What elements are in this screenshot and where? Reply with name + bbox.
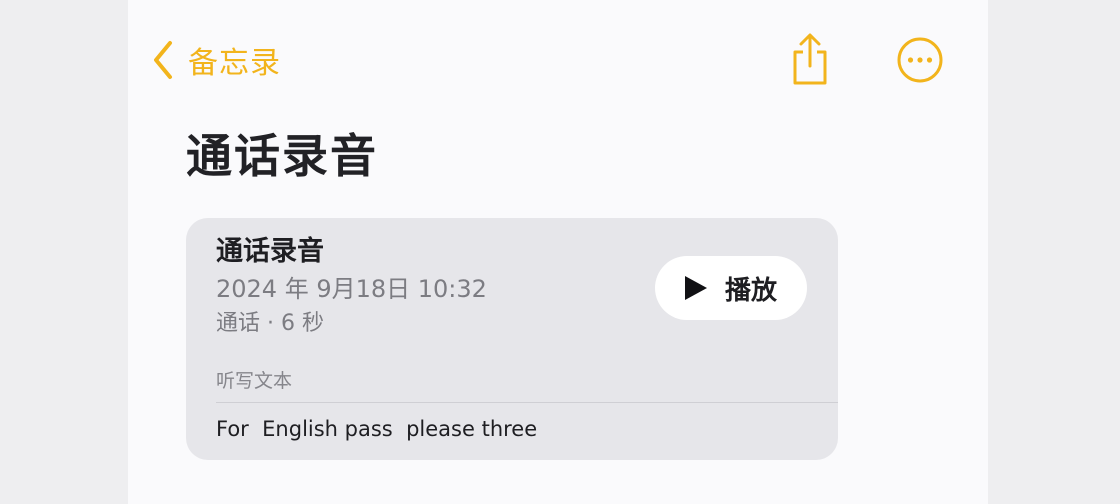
recording-datetime: 2024 年 9月18日 10:32 bbox=[216, 275, 487, 303]
recording-card[interactable]: 通话录音 2024 年 9月18日 10:32 通话 · 6 秒 播放 听写文本… bbox=[186, 218, 838, 460]
back-button-label: 备忘录 bbox=[188, 46, 281, 81]
transcript-text: For English pass please three bbox=[216, 417, 538, 441]
play-icon bbox=[684, 276, 707, 300]
more-icon bbox=[897, 37, 943, 83]
recording-meta: 通话 · 6 秒 bbox=[216, 311, 324, 336]
play-button[interactable]: 播放 bbox=[655, 256, 807, 320]
page-title: 通话录音 bbox=[186, 129, 378, 183]
back-button[interactable]: 备忘录 bbox=[152, 38, 281, 82]
play-button-label: 播放 bbox=[724, 275, 777, 306]
share-icon bbox=[793, 33, 827, 85]
share-button[interactable] bbox=[786, 32, 834, 86]
recording-title: 通话录音 bbox=[216, 236, 324, 267]
chevron-left-icon bbox=[154, 41, 172, 79]
divider bbox=[216, 402, 838, 403]
notes-sheet: 备忘录 通话录音 通话录音 2024 年 9月18日 10:32 通话 · 6 … bbox=[128, 0, 988, 504]
transcript-label: 听写文本 bbox=[216, 370, 293, 392]
more-button[interactable] bbox=[896, 36, 944, 84]
